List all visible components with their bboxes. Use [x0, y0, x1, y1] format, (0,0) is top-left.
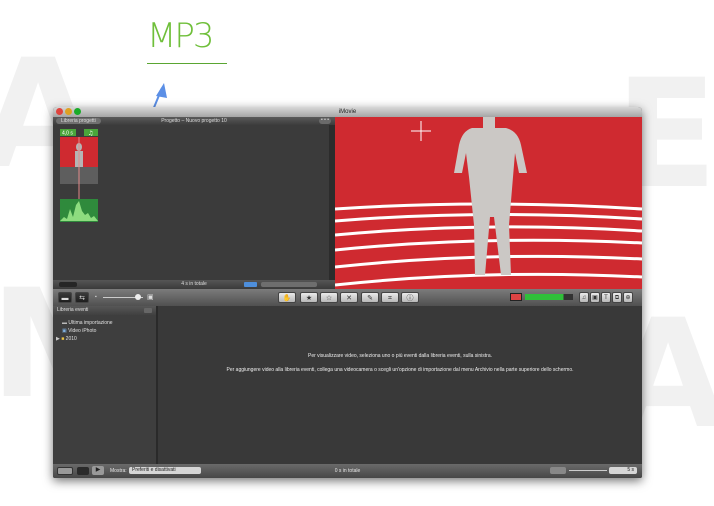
event-duration-slider[interactable]: [569, 470, 607, 471]
project-clips: 4,0 s ♫: [60, 129, 98, 222]
project-pane: Progetto – Nuovo progetto 10 Libreria pr…: [53, 117, 335, 289]
audio-level-meter: [525, 294, 573, 300]
title-bar: iMovie: [53, 107, 642, 117]
empty-message-primary: Per visualizzare video, seleziona uno o …: [308, 353, 492, 359]
event-item-2010[interactable]: ▶ ■ 2010: [56, 336, 77, 342]
more-options-button[interactable]: • • •: [319, 118, 331, 124]
project-header: Progetto – Nuovo progetto 10 Libreria pr…: [53, 117, 335, 125]
info-icon[interactable]: ⓘ: [401, 292, 419, 303]
event-item-label: Video iPhoto: [68, 328, 97, 334]
photo-icon[interactable]: ▣: [590, 292, 600, 303]
voiceover-icon[interactable]: [510, 293, 522, 301]
music-note-icon: ♫: [88, 130, 93, 137]
imovie-window: iMovie Progetto – Nuovo progetto 10 Libr…: [53, 107, 642, 478]
slider-knob[interactable]: [135, 294, 141, 300]
duration-value: 5 s: [627, 467, 634, 473]
swap-button[interactable]: ⇆: [75, 292, 89, 303]
event-footer: ▶ Mostra: Preferiti e disattivati 0 s in…: [53, 464, 642, 478]
figure-neck: [483, 117, 495, 128]
event-item-label: Ultima importazione: [68, 320, 113, 326]
transition-icon[interactable]: ⧉: [612, 292, 622, 303]
window-title: iMovie: [338, 109, 357, 115]
duration-field[interactable]: 5 s: [609, 467, 637, 474]
project-footer: 4 s in totale: [53, 280, 335, 289]
music-icon[interactable]: ♫: [579, 292, 589, 303]
large-thumbnail-icon: ▣: [147, 294, 154, 301]
map-icon[interactable]: ⊕: [623, 292, 633, 303]
eyedropper-icon[interactable]: ✎: [361, 292, 379, 303]
film-icon: ▬: [62, 320, 67, 326]
reject-icon[interactable]: ✕: [340, 292, 358, 303]
photo-icon: ▣: [62, 328, 67, 334]
event-item-video-iphoto[interactable]: ▣ Video iPhoto: [62, 328, 96, 334]
title-icon[interactable]: T: [601, 292, 611, 303]
event-library-title: Libreria eventi: [57, 307, 89, 313]
empty-message-secondary: Per aggiungere video alla libreria event…: [226, 367, 574, 373]
disclosure-triangle-icon[interactable]: ▶: [56, 336, 60, 342]
zoom-slider[interactable]: [261, 282, 317, 287]
clip-duration-tag: 4,0 s: [62, 131, 73, 137]
favorite-star-icon[interactable]: ★: [300, 292, 318, 303]
event-library-header: Libreria eventi: [53, 306, 156, 315]
event-browser: Per visualizzare video, seleziona uno o …: [158, 306, 642, 464]
crop-icon[interactable]: ⌗: [381, 292, 399, 303]
event-item-ultima-importazione[interactable]: ▬ Ultima importazione: [62, 320, 113, 326]
video-viewer[interactable]: [335, 117, 642, 289]
zoom-button[interactable]: [244, 282, 257, 287]
event-library-sidebar: Libreria eventi ▬ Ultima importazione ▣ …: [53, 306, 158, 464]
viewer-frame: [335, 117, 642, 289]
select-hand-icon[interactable]: ✋: [278, 292, 296, 303]
folder-icon: ■: [61, 336, 65, 342]
event-item-label: 2010: [65, 336, 77, 342]
camera-import-button[interactable]: ▬: [58, 292, 72, 303]
event-zoom-button[interactable]: [550, 467, 566, 474]
small-thumbnail-icon: ▪: [95, 294, 97, 300]
main-toolbar: ▬ ⇆ ▪ ▣ ✋ ★ ☆ ✕ ✎ ⌗ ⓘ ♫ ▣ T ⧉ ⊕: [53, 289, 642, 306]
sidebar-toggle-button[interactable]: [144, 308, 152, 313]
unmark-star-icon[interactable]: ☆: [320, 292, 338, 303]
project-library-button[interactable]: Libreria progetti: [56, 118, 101, 124]
